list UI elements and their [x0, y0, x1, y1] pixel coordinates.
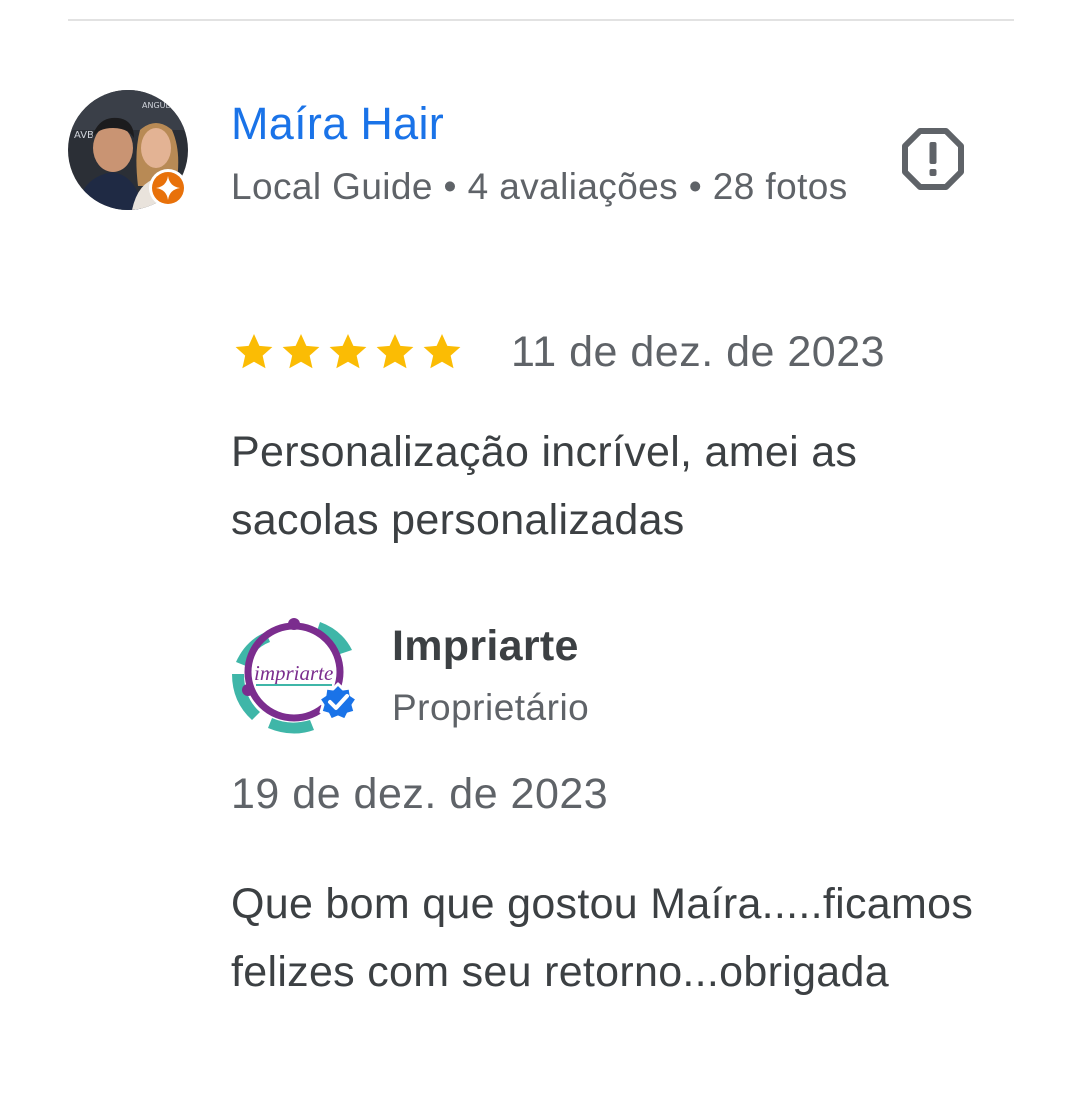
top-divider: [68, 19, 1014, 21]
reviewer-meta: Local Guide • 4 avaliações • 28 fotos: [231, 166, 848, 207]
star-icon: [329, 333, 367, 369]
rating-row: 11 de dez. de 2023: [231, 322, 885, 382]
owner-name: Impriarte: [392, 622, 579, 670]
reviewer-avatar[interactable]: AVB ANGULO: [68, 90, 188, 210]
svg-text:ANGULO: ANGULO: [142, 101, 176, 110]
report-octagon-icon: [902, 128, 964, 190]
owner-role: Proprietário: [392, 687, 590, 728]
response-date: 19 de dez. de 2023: [231, 770, 609, 818]
owner-logo-text: impriarte: [254, 661, 333, 685]
local-guide-star-icon: [149, 169, 187, 207]
star-icon: [235, 333, 273, 369]
review-date: 11 de dez. de 2023: [511, 327, 886, 376]
response-text: Que bom que gostou Maíra.....ficamos fel…: [231, 880, 974, 996]
owner-logo[interactable]: impriarte: [226, 610, 366, 738]
reviewer-name[interactable]: Maíra Hair: [231, 98, 444, 150]
report-review-button[interactable]: [898, 124, 968, 194]
star-icon: [423, 333, 461, 369]
star-icon: [376, 333, 414, 369]
star-icon: [282, 333, 320, 369]
verified-check-icon: [317, 682, 359, 722]
svg-text:AVB: AVB: [74, 130, 94, 141]
star-rating: [231, 329, 465, 375]
review-text: Personalização incrível, amei as sacolas…: [231, 428, 858, 544]
